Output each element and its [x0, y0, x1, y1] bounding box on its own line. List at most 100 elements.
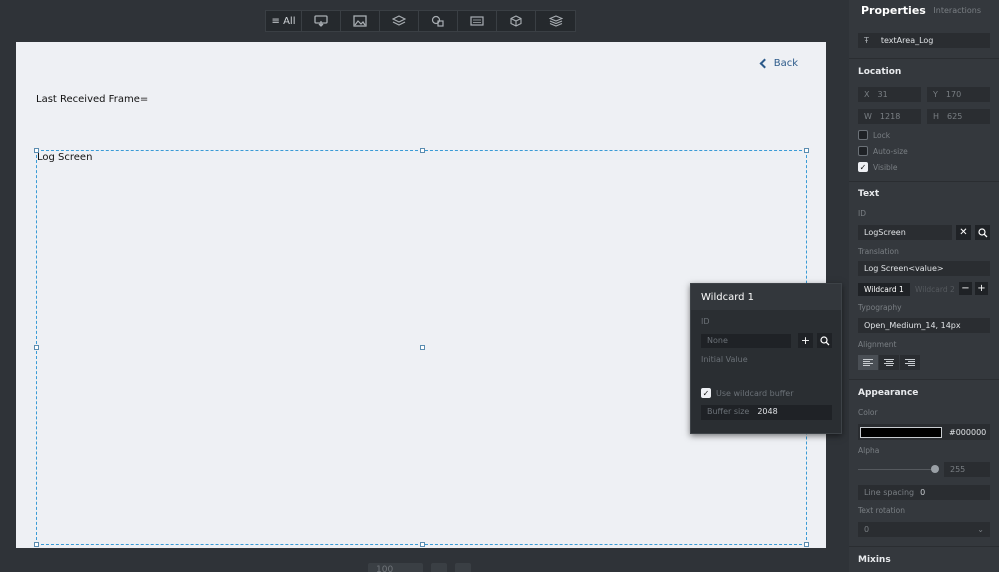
fit-icon[interactable] — [431, 563, 447, 572]
image-icon[interactable] — [341, 11, 380, 31]
cube-icon[interactable] — [497, 11, 536, 31]
add-icon[interactable]: + — [798, 333, 813, 348]
resize-handle-t[interactable] — [420, 148, 425, 153]
w-field[interactable]: W 1218 — [858, 109, 921, 124]
typography-select[interactable]: Open_Medium_14, 14px — [858, 318, 990, 333]
crop-icon[interactable] — [455, 563, 471, 572]
resize-handle-tl[interactable] — [34, 148, 39, 153]
resize-handle-bl[interactable] — [34, 542, 39, 547]
alpha-slider-track[interactable] — [858, 469, 938, 470]
widget-name-field[interactable]: Ŧ textArea_Log — [858, 33, 990, 48]
wildcard-popup: Wildcard 1 ID None + Initial Value ✓ Use… — [690, 283, 842, 434]
mixins-title: Mixins — [858, 555, 891, 565]
color-swatch[interactable] — [860, 426, 942, 438]
back-label: Back — [773, 58, 798, 69]
shapes-icon[interactable] — [419, 11, 458, 31]
visible-label: Visible — [873, 162, 898, 172]
line-spacing-field[interactable]: Line spacing 0 — [858, 485, 990, 500]
lock-label: Lock — [873, 130, 891, 140]
resize-handle-b[interactable] — [420, 542, 425, 547]
buffer-size-label: Buffer size — [707, 407, 750, 416]
last-received-frame-label[interactable]: Last Received Frame= — [36, 94, 148, 105]
align-center-icon[interactable] — [879, 355, 899, 370]
text-section-title: Text — [858, 189, 880, 199]
interaction-icon[interactable] — [302, 11, 341, 31]
color-hex: #000000 — [949, 427, 987, 437]
text-rotation-select[interactable]: 0 ⌄ — [858, 522, 990, 537]
wildcard-id-input[interactable]: None — [701, 334, 791, 348]
use-buffer-label: Use wildcard buffer — [716, 388, 794, 398]
w-value: 1218 — [879, 112, 901, 121]
text-id-input[interactable]: LogScreen — [858, 225, 952, 240]
y-label: Y — [933, 90, 938, 99]
align-left-icon[interactable] — [858, 355, 878, 370]
color-label: Color — [858, 408, 878, 417]
search-icon[interactable] — [817, 333, 832, 348]
visible-checkbox[interactable]: ✓ — [858, 162, 868, 172]
lock-row[interactable]: Lock — [858, 130, 890, 140]
text-rotation-value: 0 — [864, 525, 870, 534]
alpha-input[interactable]: 255 — [944, 462, 990, 477]
x-field[interactable]: X 31 — [858, 87, 921, 102]
autosize-checkbox[interactable] — [858, 146, 868, 156]
initial-value-label: Initial Value — [701, 355, 748, 364]
divider — [849, 181, 999, 182]
properties-panel: Properties Interactions Ŧ textArea_Log L… — [849, 0, 999, 572]
chevron-left-icon — [759, 58, 770, 69]
resize-handle-tr[interactable] — [804, 148, 809, 153]
add-wildcard-icon[interactable]: + — [975, 282, 988, 295]
resize-handle-br[interactable] — [804, 542, 809, 547]
color-field[interactable]: #000000 — [858, 424, 990, 440]
stack-icon[interactable] — [536, 11, 575, 31]
y-field[interactable]: Y 170 — [927, 87, 990, 102]
translation-input[interactable]: Log Screen<value> — [858, 261, 990, 276]
lock-checkbox[interactable] — [858, 130, 868, 140]
buffer-size-field[interactable]: Buffer size 2048 — [701, 405, 832, 420]
filter-all-button[interactable]: ≡ All — [266, 11, 302, 31]
x-label: X — [864, 90, 870, 99]
properties-tab[interactable]: Properties — [861, 4, 926, 17]
resize-handle-l[interactable] — [34, 345, 39, 350]
x-value: 31 — [877, 90, 888, 99]
alpha-slider-handle[interactable] — [931, 465, 939, 473]
widget-name: textArea_Log — [880, 36, 934, 45]
chevron-down-icon: ⌄ — [977, 525, 984, 534]
use-buffer-row[interactable]: ✓ Use wildcard buffer — [701, 388, 794, 398]
text-rotation-label: Text rotation — [858, 506, 905, 515]
clear-icon[interactable]: ✕ — [956, 225, 971, 240]
zoom-level[interactable]: 100 — [368, 563, 423, 572]
use-buffer-checkbox[interactable]: ✓ — [701, 388, 711, 398]
h-field[interactable]: H 625 — [927, 109, 990, 124]
wildcard-title: Wildcard 1 — [691, 284, 841, 310]
appearance-title: Appearance — [858, 388, 919, 398]
wildcard-id-label: ID — [701, 317, 710, 326]
remove-wildcard-icon[interactable]: − — [959, 282, 972, 295]
back-button[interactable]: Back — [759, 58, 798, 69]
typography-label: Typography — [858, 303, 902, 312]
log-screen-text: Log Screen — [37, 152, 93, 163]
line-spacing-value: 0 — [920, 488, 926, 497]
y-value: 170 — [945, 90, 962, 99]
text-id-label: ID — [858, 209, 866, 218]
w-label: W — [864, 112, 872, 121]
translation-label: Translation — [858, 247, 899, 256]
layers-icon[interactable] — [380, 11, 419, 31]
keyboard-icon[interactable] — [458, 11, 497, 31]
wildcard-1-tab[interactable]: Wildcard 1 — [858, 283, 910, 296]
alignment-label: Alignment — [858, 340, 897, 349]
alpha-label: Alpha — [858, 446, 880, 455]
h-label: H — [933, 112, 940, 121]
buffer-size-value: 2048 — [757, 407, 778, 416]
center-handle[interactable] — [420, 345, 425, 350]
autosize-row[interactable]: Auto-size — [858, 146, 908, 156]
widget-toolbar: ≡ All — [265, 10, 576, 32]
text-widget-icon: Ŧ — [864, 36, 869, 45]
search-icon[interactable] — [975, 225, 990, 240]
divider — [849, 546, 999, 547]
align-right-icon[interactable] — [900, 355, 920, 370]
visible-row[interactable]: ✓ Visible — [858, 162, 898, 172]
location-title: Location — [858, 67, 902, 77]
interactions-tab[interactable]: Interactions — [933, 6, 981, 15]
wildcard-2-tab[interactable]: Wildcard 2 — [915, 283, 955, 296]
line-spacing-label: Line spacing — [864, 488, 915, 497]
